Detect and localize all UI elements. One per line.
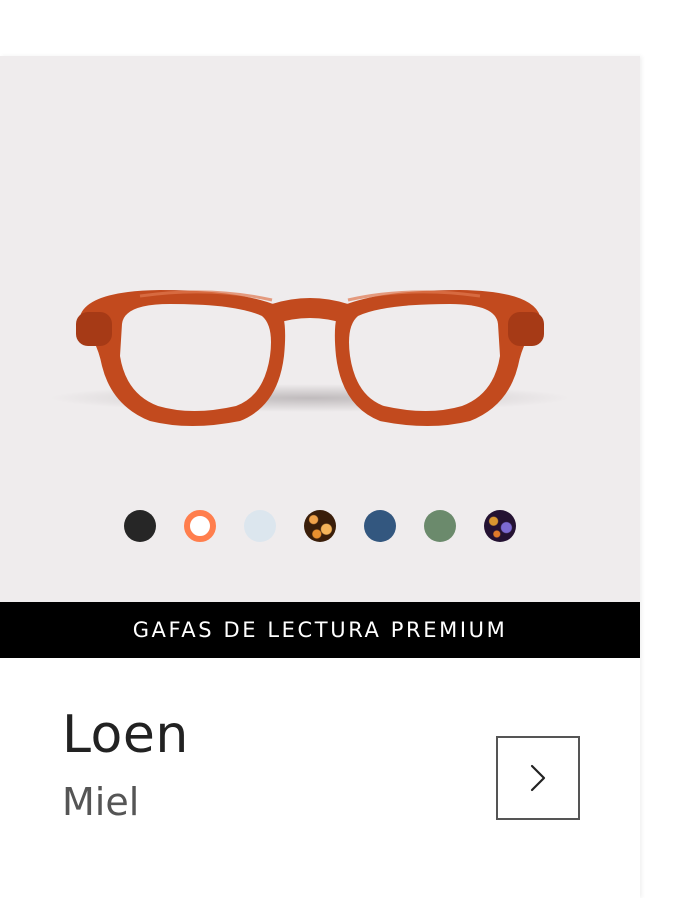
product-card[interactable]: GAFAS DE LECTURA PREMIUM Loen Miel bbox=[0, 56, 640, 898]
color-swatch-tortoise[interactable] bbox=[304, 510, 336, 542]
color-swatch-list bbox=[0, 510, 640, 542]
color-swatch-navy-blue[interactable] bbox=[364, 510, 396, 542]
category-banner: GAFAS DE LECTURA PREMIUM bbox=[0, 602, 640, 658]
color-swatch-honey[interactable] bbox=[184, 510, 216, 542]
product-image-area[interactable] bbox=[0, 56, 640, 602]
product-name[interactable]: Loen bbox=[62, 709, 189, 761]
category-banner-text: GAFAS DE LECTURA PREMIUM bbox=[132, 618, 508, 642]
next-button[interactable] bbox=[496, 736, 580, 820]
color-swatch-green[interactable] bbox=[424, 510, 456, 542]
product-color-name: Miel bbox=[62, 780, 140, 824]
glasses-product-image bbox=[50, 290, 570, 426]
color-swatch-black[interactable] bbox=[124, 510, 156, 542]
color-swatch-light-blue[interactable] bbox=[244, 510, 276, 542]
color-swatch-purple-tortoise[interactable] bbox=[484, 510, 516, 542]
chevron-right-icon bbox=[530, 764, 546, 792]
